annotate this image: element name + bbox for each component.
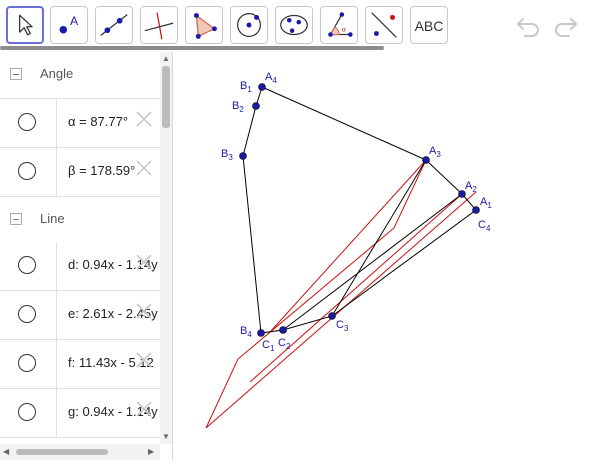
label-a3[interactable]: A3 [429, 145, 441, 159]
reflect-tool-button[interactable] [365, 6, 403, 44]
label-b3[interactable]: B3 [221, 148, 233, 162]
point-labels: A4 B1 B2 B3 A3 A2 A1 C4 B4 C1 C2 C3 [221, 71, 492, 353]
group-header-line[interactable]: Line [0, 197, 160, 244]
algebra-row-beta[interactable]: β = 178.59° [0, 148, 160, 197]
visibility-toggle[interactable] [18, 162, 36, 180]
polygon-edge[interactable] [261, 86, 427, 161]
close-icon[interactable] [134, 158, 154, 178]
angle-tool-button[interactable]: α [320, 6, 358, 44]
circle-with-center-icon [237, 13, 261, 37]
line-tool-button[interactable] [95, 6, 133, 44]
visibility-toggle[interactable] [18, 113, 36, 131]
group-label: Angle [40, 66, 74, 81]
close-icon[interactable] [134, 399, 154, 419]
polygon-edge[interactable] [282, 193, 463, 331]
perpendicular-line-icon [144, 12, 174, 40]
scroll-down-icon[interactable]: ▼ [162, 432, 170, 441]
close-icon[interactable] [134, 350, 154, 370]
label-c2[interactable]: C2 [278, 337, 291, 351]
close-icon[interactable] [134, 109, 154, 129]
redo-button[interactable] [552, 12, 580, 40]
point-a1[interactable] [472, 206, 480, 214]
algebra-expression[interactable]: β = 178.59° [68, 163, 135, 178]
point-icon: A [59, 14, 79, 34]
visibility-toggle[interactable] [18, 256, 36, 274]
svg-text:α: α [342, 27, 346, 34]
polygon-outline [242, 86, 477, 334]
scroll-left-icon[interactable]: ◀ [3, 447, 9, 456]
polygon-icon [193, 13, 217, 39]
algebra-row-alpha[interactable]: α = 87.77° [0, 99, 160, 148]
horizontal-scroll-thumb[interactable] [16, 449, 108, 455]
scroll-up-icon[interactable]: ▲ [162, 54, 170, 63]
label-c3[interactable]: C3 [336, 319, 349, 333]
polygon-tool-button[interactable] [185, 6, 223, 44]
angle-icon: α [328, 12, 353, 37]
point-b2[interactable] [252, 102, 260, 110]
algebra-row-g[interactable]: g: 0.94x - 1.14y [0, 389, 160, 438]
point-c2[interactable] [279, 326, 287, 334]
label-a2[interactable]: A2 [465, 180, 477, 194]
toolbar: A α ABC [0, 0, 600, 52]
horizontal-scrollbar[interactable]: ◀ ▶ [0, 444, 160, 460]
point-a4[interactable] [258, 83, 266, 91]
algebra-row-e[interactable]: e: 2.61x - 2.45y [0, 291, 160, 340]
vertical-scrollbar[interactable]: ▲ ▼ [160, 52, 172, 444]
close-icon[interactable] [134, 301, 154, 321]
circle-tool-button[interactable] [230, 6, 268, 44]
label-b2[interactable]: B2 [232, 100, 244, 114]
algebra-panel: Angle α = 87.77° β = 178.59° Line d: 0.9… [0, 52, 173, 460]
label-b4[interactable]: B4 [240, 325, 252, 339]
group-header-angle[interactable]: Angle [0, 52, 160, 99]
visibility-toggle[interactable] [18, 403, 36, 421]
point-tool-button[interactable]: A [50, 6, 88, 44]
row-divider [56, 242, 57, 290]
point-a3[interactable] [422, 156, 430, 164]
row-divider [56, 99, 57, 147]
ellipse-icon [280, 14, 308, 36]
visibility-toggle[interactable] [18, 305, 36, 323]
visibility-toggle[interactable] [18, 354, 36, 372]
point-c3[interactable] [328, 312, 336, 320]
move-tool-button[interactable] [6, 6, 44, 44]
red-polyline[interactable] [205, 159, 477, 429]
label-c4[interactable]: C4 [478, 219, 491, 233]
line-through-points-icon [100, 14, 128, 36]
label-a1[interactable]: A1 [480, 196, 492, 210]
point-b4[interactable] [257, 329, 265, 337]
abc-text-label: ABC [414, 18, 444, 34]
undo-button[interactable] [514, 12, 542, 40]
row-divider [56, 148, 57, 196]
cursor-arrow-icon [19, 14, 33, 36]
close-icon[interactable] [134, 252, 154, 272]
red-line[interactable] [269, 159, 427, 333]
vertical-scroll-thumb[interactable] [162, 66, 170, 128]
collapse-icon[interactable] [10, 213, 22, 225]
label-b1[interactable]: B1 [240, 80, 252, 94]
row-divider [56, 340, 57, 388]
group-label: Line [40, 211, 65, 226]
label-c1[interactable]: C1 [262, 339, 275, 353]
undo-icon [517, 18, 539, 37]
row-divider [56, 389, 57, 437]
scroll-right-icon[interactable]: ▶ [148, 447, 154, 456]
reflect-about-line-icon [371, 12, 397, 38]
conic-tool-button[interactable] [275, 6, 313, 44]
red-line[interactable] [249, 193, 463, 383]
algebra-row-f[interactable]: f: 11.43x - 5.12 [0, 340, 160, 389]
algebra-expression[interactable]: α = 87.77° [68, 114, 128, 129]
toolbar-scrollbar[interactable] [0, 46, 384, 50]
point-b3[interactable] [239, 152, 247, 160]
geometry-canvas[interactable]: A4 B1 B2 B3 A3 A2 A1 C4 B4 C1 C2 C3 [180, 52, 600, 460]
label-a4[interactable]: A4 [265, 71, 277, 85]
algebra-row-d[interactable]: d: 0.94x - 1.14y [0, 242, 160, 291]
svg-text:A: A [70, 14, 79, 28]
redo-icon [555, 18, 577, 37]
perpendicular-tool-button[interactable] [140, 6, 178, 44]
text-tool-button[interactable]: ABC [410, 6, 448, 44]
row-divider [56, 291, 57, 339]
red-construction-lines [205, 159, 477, 429]
graphics-view[interactable]: A4 B1 B2 B3 A3 A2 A1 C4 B4 C1 C2 C3 [180, 52, 600, 460]
collapse-icon[interactable] [10, 68, 22, 80]
